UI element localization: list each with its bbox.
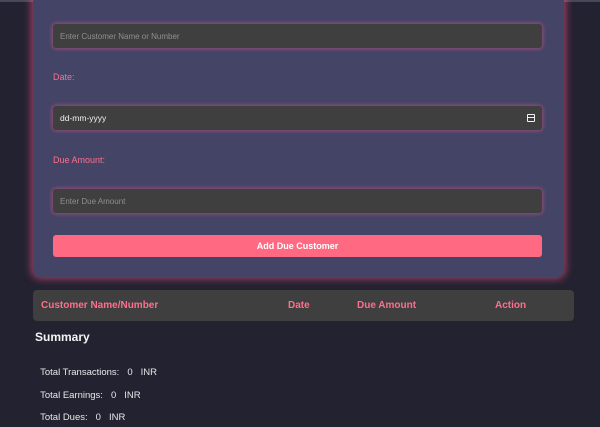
date-input[interactable]: dd-mm-yyyy: [53, 106, 542, 130]
total-dues-label: Total Dues:: [40, 412, 88, 423]
total-dues-currency: INR: [108, 412, 126, 423]
customer-name-input[interactable]: Enter Customer Name or Number: [53, 24, 542, 48]
column-header-action: Action: [495, 300, 527, 311]
total-earnings-value: 0: [110, 390, 117, 401]
total-transactions-label: Total Transactions:: [40, 367, 120, 378]
column-header-due-amount: Due Amount: [357, 300, 417, 311]
total-earnings-currency: INR: [124, 390, 141, 401]
total-transactions-value: 0: [127, 367, 133, 378]
summary-title: Summary: [35, 330, 90, 344]
table-header: Customer Name/Number Date Due Amount Act…: [33, 290, 574, 321]
add-due-customer-button[interactable]: Add Due Customer: [53, 235, 542, 257]
calendar-icon[interactable]: [527, 114, 535, 122]
total-earnings: Total Earnings: 0 INR: [35, 379, 149, 401]
total-dues: Total Dues: 0 INR: [35, 401, 133, 423]
total-earnings-label: Total Earnings:: [40, 390, 103, 401]
due-amount-label: Due Amount:: [53, 155, 106, 165]
total-transactions-currency: INR: [140, 367, 157, 378]
date-value: dd-mm-yyyy: [60, 113, 107, 123]
customer-name-placeholder: Enter Customer Name or Number: [60, 31, 180, 41]
column-header-customer: Customer Name/Number: [41, 300, 159, 311]
column-header-date: Date: [288, 300, 310, 311]
date-label: Date:: [53, 72, 75, 82]
total-dues-value: 0: [95, 412, 101, 423]
due-amount-placeholder: Enter Due Amount: [60, 196, 126, 206]
total-transactions: Total Transactions: 0 INR: [35, 356, 165, 378]
due-amount-input[interactable]: Enter Due Amount: [53, 189, 542, 213]
